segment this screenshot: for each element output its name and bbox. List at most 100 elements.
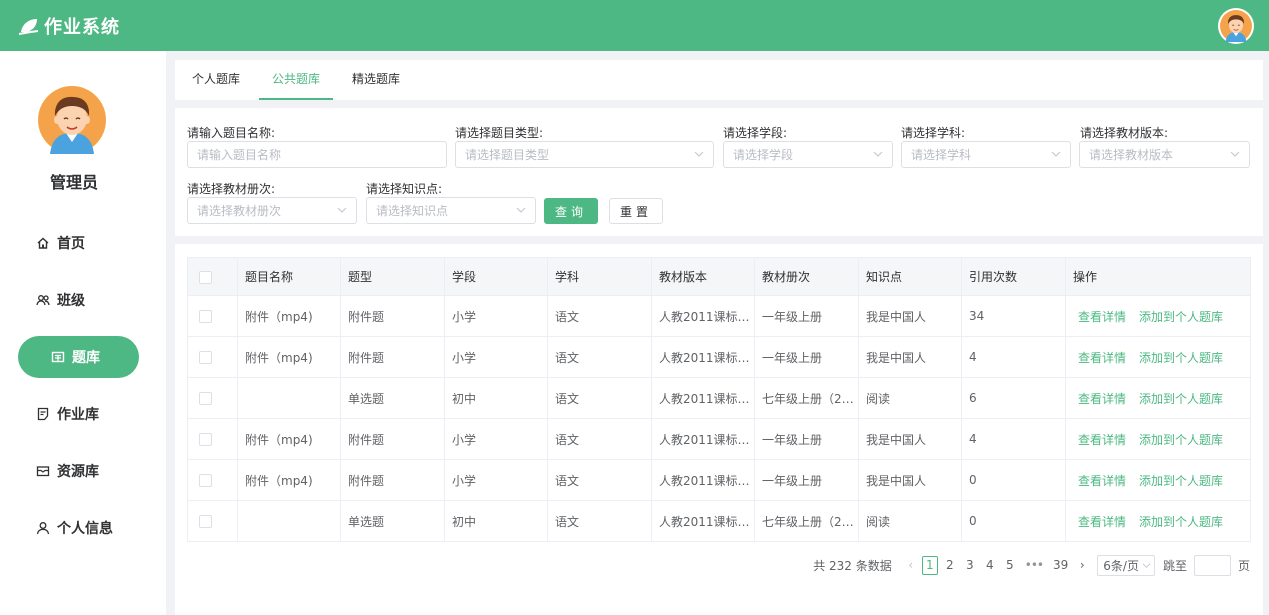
sidebar-item-label: 首页 [57, 236, 85, 252]
cell-name [237, 377, 341, 419]
stage-select[interactable]: 请选择学段 [723, 141, 893, 168]
reset-button[interactable]: 重置 [609, 198, 663, 224]
row-checkbox[interactable] [199, 351, 212, 364]
stage-filter-label: 请选择学段: [723, 126, 788, 140]
select-placeholder: 请选择教材版本 [1089, 148, 1174, 162]
add-to-personal-link[interactable]: 添加到个人题库 [1139, 351, 1223, 365]
sidebar-item-homework[interactable]: 作业库 [18, 393, 139, 435]
page-number[interactable]: 1 [921, 555, 938, 575]
knowledge-point-select[interactable]: 请选择知识点 [366, 197, 536, 224]
top-avatar[interactable] [1218, 7, 1254, 44]
cell-point: 阅读 [858, 500, 962, 542]
sidebar-item-label: 个人信息 [57, 521, 113, 537]
cell-stage: 初中 [444, 377, 548, 419]
more-pages-ellipsis[interactable]: ••• [1022, 556, 1046, 575]
view-detail-link[interactable]: 查看详情 [1078, 433, 1126, 447]
tab-public-bank[interactable]: 公共题库 [259, 60, 334, 100]
select-all-cell [187, 257, 238, 296]
cell-count: 4 [961, 418, 1066, 460]
sidebar-item-label: 资源库 [57, 464, 99, 480]
top-bar: 作业系统 [0, 0, 1269, 51]
col-header: 引用次数 [961, 257, 1066, 296]
volume-select[interactable]: 请选择教材册次 [187, 197, 357, 224]
page-size-value: 6条/页 [1103, 558, 1139, 573]
select-all-checkbox[interactable] [199, 270, 212, 284]
sidebar: 管理员 首页 班级 题库 作业库 资源库 个人信息 [0, 51, 166, 615]
cell-name: 附件（mp4) [237, 295, 341, 337]
table-header: 题目名称 题型 学段 学科 教材版本 教材册次 知识点 引用次数 操作 [187, 257, 1251, 296]
row-select-cell [187, 336, 238, 378]
cell-stage: 小学 [444, 418, 548, 460]
leaf-logo-icon [18, 18, 39, 35]
chevron-down-icon [1051, 151, 1061, 157]
add-to-personal-link[interactable]: 添加到个人题库 [1139, 515, 1223, 529]
query-button[interactable]: 查询 [544, 198, 598, 224]
view-detail-link[interactable]: 查看详情 [1078, 351, 1126, 365]
view-detail-link[interactable]: 查看详情 [1078, 474, 1126, 488]
filter-panel: 请输入题目名称: 请选择题目类型: 请选择题目类型 请选择学段: 请选择学段 请… [175, 108, 1263, 236]
edition-select[interactable]: 请选择教材版本 [1079, 141, 1250, 168]
volume-filter-label: 请选择教材册次: [187, 182, 276, 196]
chevron-down-icon [1142, 562, 1151, 568]
row-checkbox[interactable] [199, 392, 212, 405]
chevron-down-icon [694, 151, 704, 157]
user-icon [36, 521, 50, 535]
add-to-personal-link[interactable]: 添加到个人题库 [1139, 392, 1223, 406]
add-to-personal-link[interactable]: 添加到个人题库 [1139, 310, 1223, 324]
user-name: 管理员 [49, 173, 98, 192]
subject-select[interactable]: 请选择学科 [901, 141, 1071, 168]
tab-personal-bank[interactable]: 个人题库 [179, 60, 253, 100]
table-row: 附件（mp4) 附件题 小学 语文 人教2011课标… 一年级上册 我是中国人 … [187, 336, 1251, 378]
app-logo[interactable]: 作业系统 [18, 13, 120, 39]
page-size-select[interactable]: 6条/页 [1097, 554, 1155, 576]
question-type-select[interactable]: 请选择题目类型 [455, 141, 714, 168]
tab-featured-bank[interactable]: 精选题库 [339, 60, 413, 100]
row-select-cell [187, 418, 238, 460]
page-number[interactable]: 4 [982, 556, 998, 575]
last-page-number[interactable]: 39 [1050, 556, 1071, 575]
view-detail-link[interactable]: 查看详情 [1078, 310, 1126, 324]
prev-page-icon[interactable]: ‹ [904, 558, 918, 572]
row-checkbox[interactable] [199, 310, 212, 323]
jump-page-input[interactable] [1193, 554, 1231, 576]
row-checkbox[interactable] [199, 433, 212, 446]
cell-name: 附件（mp4) [237, 459, 341, 501]
question-table: 题目名称 题型 学段 学科 教材版本 教材册次 知识点 引用次数 操作 附件（m… [187, 257, 1251, 542]
total-count: 共 232 条数据 [813, 558, 892, 573]
col-header: 题目名称 [237, 257, 341, 296]
home-icon [36, 236, 50, 250]
page-number[interactable]: 3 [962, 556, 978, 575]
cell-count: 0 [961, 459, 1066, 501]
question-bank-icon [51, 350, 65, 364]
type-filter-label: 请选择题目类型: [455, 126, 544, 140]
row-checkbox[interactable] [199, 474, 212, 487]
sidebar-item-class[interactable]: 班级 [18, 279, 139, 321]
col-header: 学段 [444, 257, 548, 296]
question-name-input[interactable] [187, 141, 447, 168]
sidebar-item-label: 题库 [72, 350, 100, 366]
view-detail-link[interactable]: 查看详情 [1078, 515, 1126, 529]
user-avatar-icon [38, 86, 106, 154]
cell-point: 我是中国人 [858, 418, 962, 460]
page-number[interactable]: 5 [1002, 556, 1018, 575]
col-header: 教材版本 [651, 257, 755, 296]
col-header: 教材册次 [754, 257, 859, 296]
sidebar-item-question-bank[interactable]: 题库 [18, 336, 139, 378]
col-header: 题型 [340, 257, 445, 296]
sidebar-item-home[interactable]: 首页 [18, 222, 139, 264]
cell-stage: 小学 [444, 459, 548, 501]
tab-bar: 个人题库 公共题库 精选题库 [175, 60, 1263, 100]
question-name-field[interactable] [197, 147, 446, 162]
next-page-icon[interactable]: › [1075, 558, 1089, 572]
add-to-personal-link[interactable]: 添加到个人题库 [1139, 433, 1223, 447]
page-number[interactable]: 2 [942, 556, 958, 575]
cell-point: 阅读 [858, 377, 962, 419]
add-to-personal-link[interactable]: 添加到个人题库 [1139, 474, 1223, 488]
view-detail-link[interactable]: 查看详情 [1078, 392, 1126, 406]
cell-actions: 查看详情 添加到个人题库 [1065, 459, 1251, 501]
sidebar-item-resource[interactable]: 资源库 [18, 450, 139, 492]
cell-actions: 查看详情 添加到个人题库 [1065, 295, 1251, 337]
row-checkbox[interactable] [199, 515, 212, 528]
cell-volume: 一年级上册 [754, 418, 859, 460]
sidebar-item-profile[interactable]: 个人信息 [18, 507, 139, 549]
